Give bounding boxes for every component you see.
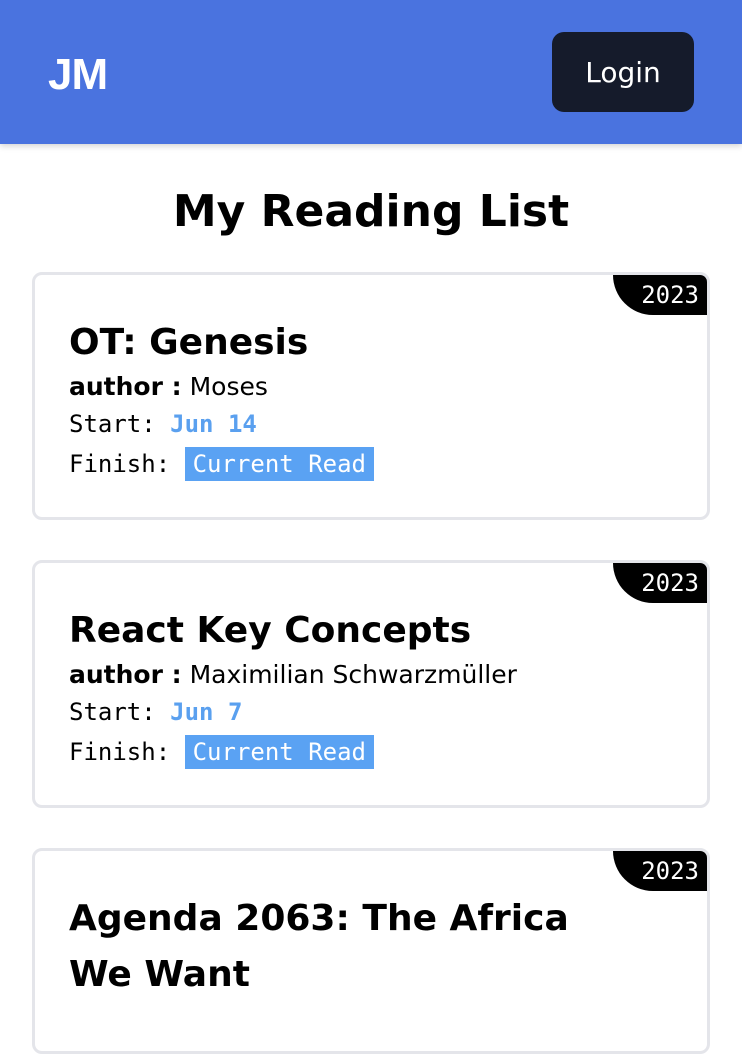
start-line: Start: Jun 14 — [69, 407, 257, 441]
book-card[interactable]: 2023 OT: Genesis author : Moses Start: J… — [32, 272, 710, 520]
start-date: Jun 14 — [170, 410, 257, 438]
author-name: Maximilian Schwarzmüller — [189, 660, 517, 689]
book-title: Agenda 2063: The Africa We Want — [69, 898, 569, 995]
finish-label: Finish: — [69, 738, 171, 766]
author-line: author : Maximilian Schwarzmüller — [69, 657, 517, 693]
author-name: Moses — [189, 372, 268, 401]
start-label: Start: — [69, 698, 156, 726]
book-title: OT: Genesis — [69, 322, 309, 363]
book-title: React Key Concepts — [69, 610, 472, 651]
current-read-badge: Current Read — [184, 735, 374, 769]
page-title: My Reading List — [172, 186, 570, 237]
start-label: Start: — [69, 410, 156, 438]
top-header: JM Login — [0, 0, 742, 144]
author-label: author : — [69, 660, 182, 689]
finish-line: Finish: Current Read — [69, 447, 374, 481]
start-date: Jun 7 — [170, 698, 243, 726]
current-read-badge: Current Read — [184, 447, 374, 481]
finish-line: Finish: Current Read — [69, 735, 374, 769]
finish-label: Finish: — [69, 450, 171, 478]
book-card[interactable]: 2023 Agenda 2063: The Africa We Want — [32, 848, 710, 1054]
year-badge: 2023 — [613, 851, 707, 891]
login-button[interactable]: Login — [552, 32, 694, 112]
start-line: Start: Jun 7 — [69, 695, 242, 729]
author-line: author : Moses — [69, 369, 268, 405]
year-badge: 2023 — [613, 563, 707, 603]
logo[interactable]: JM — [48, 50, 108, 100]
author-label: author : — [69, 372, 182, 401]
year-badge: 2023 — [613, 275, 707, 315]
book-card[interactable]: 2023 React Key Concepts author : Maximil… — [32, 560, 710, 808]
